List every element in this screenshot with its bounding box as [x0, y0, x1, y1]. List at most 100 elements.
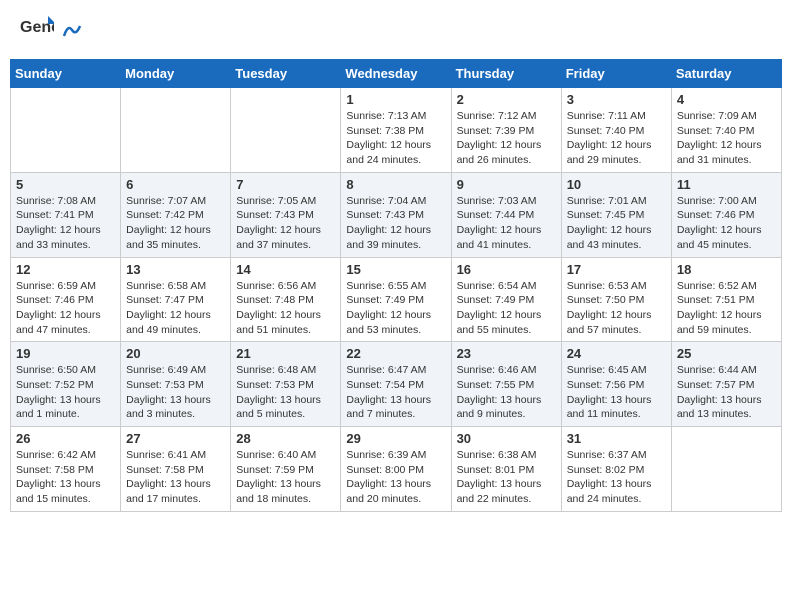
day-info: Sunrise: 7:12 AM Sunset: 7:39 PM Dayligh… [457, 109, 556, 168]
calendar-cell: 22 Sunrise: 6:47 AM Sunset: 7:54 PM Dayli… [341, 342, 451, 427]
day-info: Sunrise: 7:07 AM Sunset: 7:42 PM Dayligh… [126, 194, 225, 253]
calendar-cell: 3Sunrise: 7:11 AM Sunset: 7:40 PM Daylig… [561, 88, 671, 173]
day-number: 1 [346, 92, 445, 107]
calendar-cell: 21 Sunrise: 6:48 AM Sunset: 7:53 PM Dayli… [231, 342, 341, 427]
calendar-cell: 1 Sunrise: 7:13 AM Sunset: 7:38 PM Daylig… [341, 88, 451, 173]
day-number: 7 [236, 177, 335, 192]
logo-wave-icon [62, 16, 82, 46]
day-info: Sunrise: 6:44 AM Sunset: 7:57 PM Dayligh… [677, 363, 776, 422]
calendar-cell: 5 Sunrise: 7:08 AM Sunset: 7:41 PM Daylig… [11, 172, 121, 257]
day-number: 22 [346, 346, 445, 361]
day-info: Sunrise: 6:55 AM Sunset: 7:49 PM Dayligh… [346, 279, 445, 338]
day-number: 14 [236, 262, 335, 277]
day-number: 23 [457, 346, 556, 361]
day-info: Sunrise: 6:38 AM Sunset: 8:01 PM Dayligh… [457, 448, 556, 507]
day-number: 3 [567, 92, 666, 107]
day-info: Sunrise: 6:53 AM Sunset: 7:50 PM Dayligh… [567, 279, 666, 338]
day-info: Sunrise: 6:46 AM Sunset: 7:55 PM Dayligh… [457, 363, 556, 422]
calendar-cell: 13 Sunrise: 6:58 AM Sunset: 7:47 PM Dayli… [121, 257, 231, 342]
calendar-cell [11, 88, 121, 173]
calendar-week-1: 1 Sunrise: 7:13 AM Sunset: 7:38 PM Daylig… [11, 88, 782, 173]
calendar-cell: 6 Sunrise: 7:07 AM Sunset: 7:42 PM Daylig… [121, 172, 231, 257]
calendar-cell: 28Sunrise: 6:40 AM Sunset: 7:59 PM Dayli… [231, 427, 341, 512]
calendar-header-row: SundayMondayTuesdayWednesdayThursdayFrid… [11, 60, 782, 88]
day-info: Sunrise: 6:49 AM Sunset: 7:53 PM Dayligh… [126, 363, 225, 422]
day-number: 5 [16, 177, 115, 192]
day-number: 17 [567, 262, 666, 277]
day-info: Sunrise: 6:47 AM Sunset: 7:54 PM Dayligh… [346, 363, 445, 422]
day-number: 21 [236, 346, 335, 361]
day-info: Sunrise: 7:03 AM Sunset: 7:44 PM Dayligh… [457, 194, 556, 253]
day-info: Sunrise: 7:08 AM Sunset: 7:41 PM Dayligh… [16, 194, 115, 253]
day-info: Sunrise: 7:04 AM Sunset: 7:43 PM Dayligh… [346, 194, 445, 253]
calendar-cell [231, 88, 341, 173]
col-header-saturday: Saturday [671, 60, 781, 88]
day-info: Sunrise: 6:48 AM Sunset: 7:53 PM Dayligh… [236, 363, 335, 422]
calendar-cell: 4 Sunrise: 7:09 AM Sunset: 7:40 PM Daylig… [671, 88, 781, 173]
day-info: Sunrise: 6:52 AM Sunset: 7:51 PM Dayligh… [677, 279, 776, 338]
calendar-cell: 31 Sunrise: 6:37 AM Sunset: 8:02 PM Dayli… [561, 427, 671, 512]
day-number: 12 [16, 262, 115, 277]
calendar-table: SundayMondayTuesdayWednesdayThursdayFrid… [10, 59, 782, 512]
page-header: General [10, 10, 782, 51]
col-header-sunday: Sunday [11, 60, 121, 88]
calendar-cell: 7 Sunrise: 7:05 AM Sunset: 7:43 PM Daylig… [231, 172, 341, 257]
calendar-cell: 25 Sunrise: 6:44 AM Sunset: 7:57 PM Dayli… [671, 342, 781, 427]
calendar-cell: 15Sunrise: 6:55 AM Sunset: 7:49 PM Dayli… [341, 257, 451, 342]
day-number: 9 [457, 177, 556, 192]
calendar-cell: 26 Sunrise: 6:42 AM Sunset: 7:58 PM Dayli… [11, 427, 121, 512]
day-info: Sunrise: 6:40 AM Sunset: 7:59 PM Dayligh… [236, 448, 335, 507]
day-info: Sunrise: 6:58 AM Sunset: 7:47 PM Dayligh… [126, 279, 225, 338]
day-number: 18 [677, 262, 776, 277]
calendar-cell: 30 Sunrise: 6:38 AM Sunset: 8:01 PM Dayli… [451, 427, 561, 512]
calendar-cell [671, 427, 781, 512]
day-number: 6 [126, 177, 225, 192]
day-number: 2 [457, 92, 556, 107]
day-info: Sunrise: 6:39 AM Sunset: 8:00 PM Dayligh… [346, 448, 445, 507]
day-number: 25 [677, 346, 776, 361]
col-header-wednesday: Wednesday [341, 60, 451, 88]
calendar-week-5: 26 Sunrise: 6:42 AM Sunset: 7:58 PM Dayli… [11, 427, 782, 512]
calendar-cell: 11 Sunrise: 7:00 AM Sunset: 7:46 PM Dayli… [671, 172, 781, 257]
day-number: 11 [677, 177, 776, 192]
day-number: 20 [126, 346, 225, 361]
day-info: Sunrise: 7:05 AM Sunset: 7:43 PM Dayligh… [236, 194, 335, 253]
day-info: Sunrise: 6:37 AM Sunset: 8:02 PM Dayligh… [567, 448, 666, 507]
calendar-cell: 18 Sunrise: 6:52 AM Sunset: 7:51 PM Dayli… [671, 257, 781, 342]
day-number: 30 [457, 431, 556, 446]
day-number: 31 [567, 431, 666, 446]
col-header-tuesday: Tuesday [231, 60, 341, 88]
day-number: 4 [677, 92, 776, 107]
col-header-thursday: Thursday [451, 60, 561, 88]
calendar-cell: 12 Sunrise: 6:59 AM Sunset: 7:46 PM Dayli… [11, 257, 121, 342]
calendar-cell: 14 Sunrise: 6:56 AM Sunset: 7:48 PM Dayli… [231, 257, 341, 342]
logo: General [18, 10, 82, 51]
day-info: Sunrise: 6:45 AM Sunset: 7:56 PM Dayligh… [567, 363, 666, 422]
calendar-cell: 16 Sunrise: 6:54 AM Sunset: 7:49 PM Dayli… [451, 257, 561, 342]
day-info: Sunrise: 6:59 AM Sunset: 7:46 PM Dayligh… [16, 279, 115, 338]
day-info: Sunrise: 6:42 AM Sunset: 7:58 PM Dayligh… [16, 448, 115, 507]
col-header-monday: Monday [121, 60, 231, 88]
day-number: 19 [16, 346, 115, 361]
day-info: Sunrise: 7:00 AM Sunset: 7:46 PM Dayligh… [677, 194, 776, 253]
calendar-cell: 19 Sunrise: 6:50 AM Sunset: 7:52 PM Dayli… [11, 342, 121, 427]
day-number: 26 [16, 431, 115, 446]
day-info: Sunrise: 6:56 AM Sunset: 7:48 PM Dayligh… [236, 279, 335, 338]
day-info: Sunrise: 7:09 AM Sunset: 7:40 PM Dayligh… [677, 109, 776, 168]
day-info: Sunrise: 6:54 AM Sunset: 7:49 PM Dayligh… [457, 279, 556, 338]
calendar-cell: 23 Sunrise: 6:46 AM Sunset: 7:55 PM Dayli… [451, 342, 561, 427]
day-number: 16 [457, 262, 556, 277]
calendar-cell: 10Sunrise: 7:01 AM Sunset: 7:45 PM Dayli… [561, 172, 671, 257]
day-number: 27 [126, 431, 225, 446]
day-info: Sunrise: 6:50 AM Sunset: 7:52 PM Dayligh… [16, 363, 115, 422]
calendar-cell: 2 Sunrise: 7:12 AM Sunset: 7:39 PM Daylig… [451, 88, 561, 173]
calendar-cell: 17 Sunrise: 6:53 AM Sunset: 7:50 PM Dayli… [561, 257, 671, 342]
day-info: Sunrise: 7:13 AM Sunset: 7:38 PM Dayligh… [346, 109, 445, 168]
calendar-week-4: 19 Sunrise: 6:50 AM Sunset: 7:52 PM Dayli… [11, 342, 782, 427]
calendar-cell: 27 Sunrise: 6:41 AM Sunset: 7:58 PM Dayli… [121, 427, 231, 512]
col-header-friday: Friday [561, 60, 671, 88]
calendar-week-2: 5 Sunrise: 7:08 AM Sunset: 7:41 PM Daylig… [11, 172, 782, 257]
day-number: 13 [126, 262, 225, 277]
day-info: Sunrise: 6:41 AM Sunset: 7:58 PM Dayligh… [126, 448, 225, 507]
day-number: 10 [567, 177, 666, 192]
